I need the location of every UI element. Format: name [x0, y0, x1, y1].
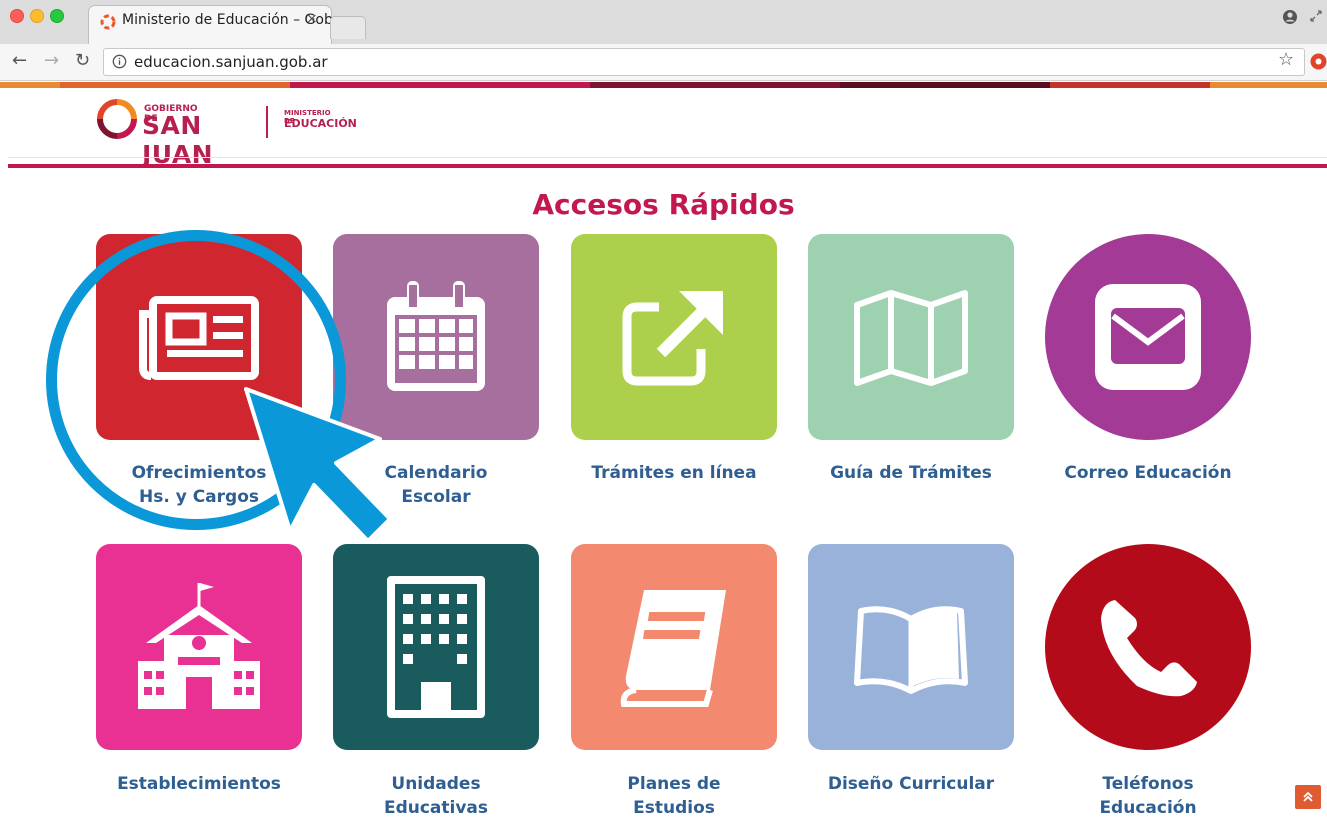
section-title: Accesos Rápidos [532, 188, 795, 221]
phone-icon [1101, 600, 1197, 697]
calendar-icon [387, 281, 485, 391]
close-tab-icon[interactable]: × [306, 11, 318, 27]
header-divider-thick [8, 164, 1327, 168]
reload-icon[interactable]: ↻ [75, 50, 90, 71]
sun-logo-icon [97, 99, 137, 139]
tile-guia-de-tramites[interactable] [808, 234, 1014, 440]
close-window-button[interactable] [10, 9, 24, 23]
url-text[interactable]: educacion.sanjuan.gob.ar [134, 53, 328, 71]
tile-label-tramites[interactable]: Trámites en línea [554, 461, 794, 485]
logo-san-juan-text: SAN JUAN [142, 111, 214, 169]
minimize-window-button[interactable] [30, 9, 44, 23]
color-stripe [0, 82, 1327, 88]
building-icon [387, 576, 485, 718]
tile-diseno-curricular[interactable] [808, 544, 1014, 750]
external-link-icon [622, 291, 723, 386]
bookmark-star-icon[interactable]: ☆ [1278, 49, 1294, 70]
logo-divider [266, 106, 268, 138]
tile-establecimientos[interactable] [96, 544, 302, 750]
tile-label-telefonos[interactable]: Teléfonos Educación [1028, 772, 1268, 820]
tile-telefonos-educacion[interactable] [1045, 544, 1251, 750]
tile-tramites-en-linea[interactable] [571, 234, 777, 440]
pointer-arrow-icon [244, 387, 392, 543]
book-icon [620, 590, 726, 707]
tile-label-planes[interactable]: Planes de Estudios [554, 772, 794, 820]
forward-icon[interactable]: → [44, 50, 59, 71]
scroll-to-top-button[interactable] [1295, 785, 1321, 809]
fullscreen-icon[interactable] [1309, 9, 1323, 23]
tile-unidades-educativas[interactable] [333, 544, 539, 750]
envelope-icon [1095, 284, 1201, 390]
logo-educacion-text: EDUCACIÓN [284, 117, 357, 130]
double-chevron-up-icon [1303, 791, 1313, 802]
extension-icon[interactable] [1310, 53, 1327, 70]
school-icon [138, 583, 260, 709]
browser-toolbar: ← → ↻ educacion.sanjuan.gob.ar ☆ [0, 44, 1327, 81]
tab-title: Ministerio de Educación – Gob [122, 12, 333, 28]
map-icon [854, 290, 968, 386]
tile-label-establecimientos[interactable]: Establecimientos [79, 772, 319, 796]
back-icon[interactable]: ← [12, 50, 27, 71]
tile-planes-de-estudios[interactable] [571, 544, 777, 750]
tile-label-unidades[interactable]: Unidades Educativas [316, 772, 556, 820]
tile-label-correo[interactable]: Correo Educación [1028, 461, 1268, 485]
tile-label-diseno[interactable]: Diseño Curricular [791, 772, 1031, 796]
favicon-icon [100, 14, 116, 30]
zoom-window-button[interactable] [50, 9, 64, 23]
tile-correo-educacion[interactable] [1045, 234, 1251, 440]
open-book-icon [854, 606, 968, 694]
tile-label-guia[interactable]: Guía de Trámites [791, 461, 1031, 485]
profile-icon[interactable] [1282, 9, 1298, 25]
address-bar[interactable]: educacion.sanjuan.gob.ar [103, 48, 1305, 76]
browser-tab-bar: Ministerio de Educación – Gob × [0, 0, 1327, 45]
info-icon[interactable] [112, 54, 127, 69]
header-divider-thin [8, 157, 1327, 158]
new-tab-button[interactable] [330, 16, 366, 39]
